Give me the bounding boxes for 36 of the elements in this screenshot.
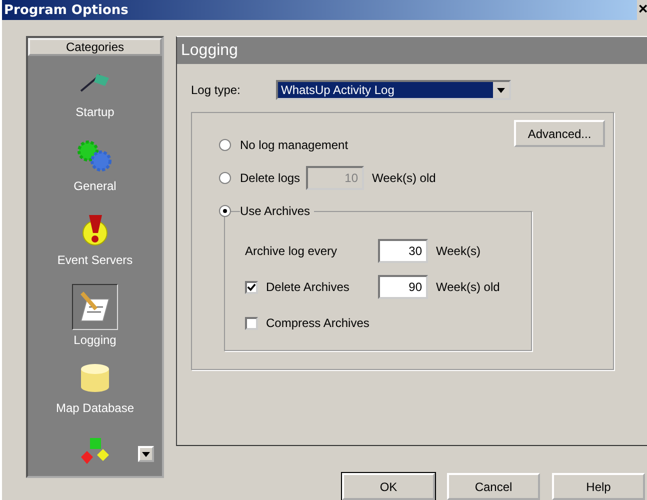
close-button[interactable]: × (637, 0, 647, 20)
dialog-button[interactable]: Help (552, 473, 645, 500)
advanced-button[interactable]: Advanced... (514, 120, 605, 147)
log-type-dropdown[interactable]: WhatsUp Activity Log (276, 80, 511, 100)
archive-label: Archive log every (245, 244, 338, 258)
radio-button[interactable] (219, 139, 231, 151)
category-label[interactable]: Startup (76, 105, 114, 119)
caret-icon (497, 88, 505, 92)
check-icon (247, 282, 256, 292)
checkbox[interactable] (245, 316, 258, 330)
log-type-label: Log type: (191, 83, 242, 97)
category-icon-frame[interactable] (72, 284, 118, 330)
caret-icon (142, 452, 150, 456)
scroll-down-button[interactable] (138, 446, 154, 462)
dialog-button[interactable]: Cancel (447, 473, 540, 500)
unit-label: Week(s) (436, 244, 480, 258)
checkbox-label[interactable]: Delete Archives (266, 280, 378, 294)
exclamation-icon (80, 213, 110, 247)
radio-button[interactable] (219, 205, 231, 217)
number-field[interactable]: 90 (378, 275, 428, 299)
category-label[interactable]: General (74, 179, 116, 193)
category-label[interactable]: Logging (74, 333, 116, 347)
category-label[interactable]: Event Servers (57, 253, 133, 267)
categories-header[interactable]: Categories (28, 38, 162, 56)
radio-button[interactable] (219, 172, 231, 184)
category-label[interactable]: Map Database (56, 401, 134, 415)
panel-title: Logging (180, 42, 238, 60)
checkbox[interactable] (245, 280, 258, 294)
radio-label[interactable]: Use Archives (240, 204, 314, 218)
window-title: Program Options (3, 2, 128, 18)
number-field[interactable]: 30 (378, 239, 428, 263)
notepad-pencil-icon (79, 291, 111, 323)
checkbox-label[interactable]: Compress Archives (266, 316, 378, 330)
dialog-button[interactable]: OK (342, 473, 435, 500)
unit-label: Week(s) old (436, 280, 500, 294)
unit-label: Week(s) old (372, 171, 436, 185)
